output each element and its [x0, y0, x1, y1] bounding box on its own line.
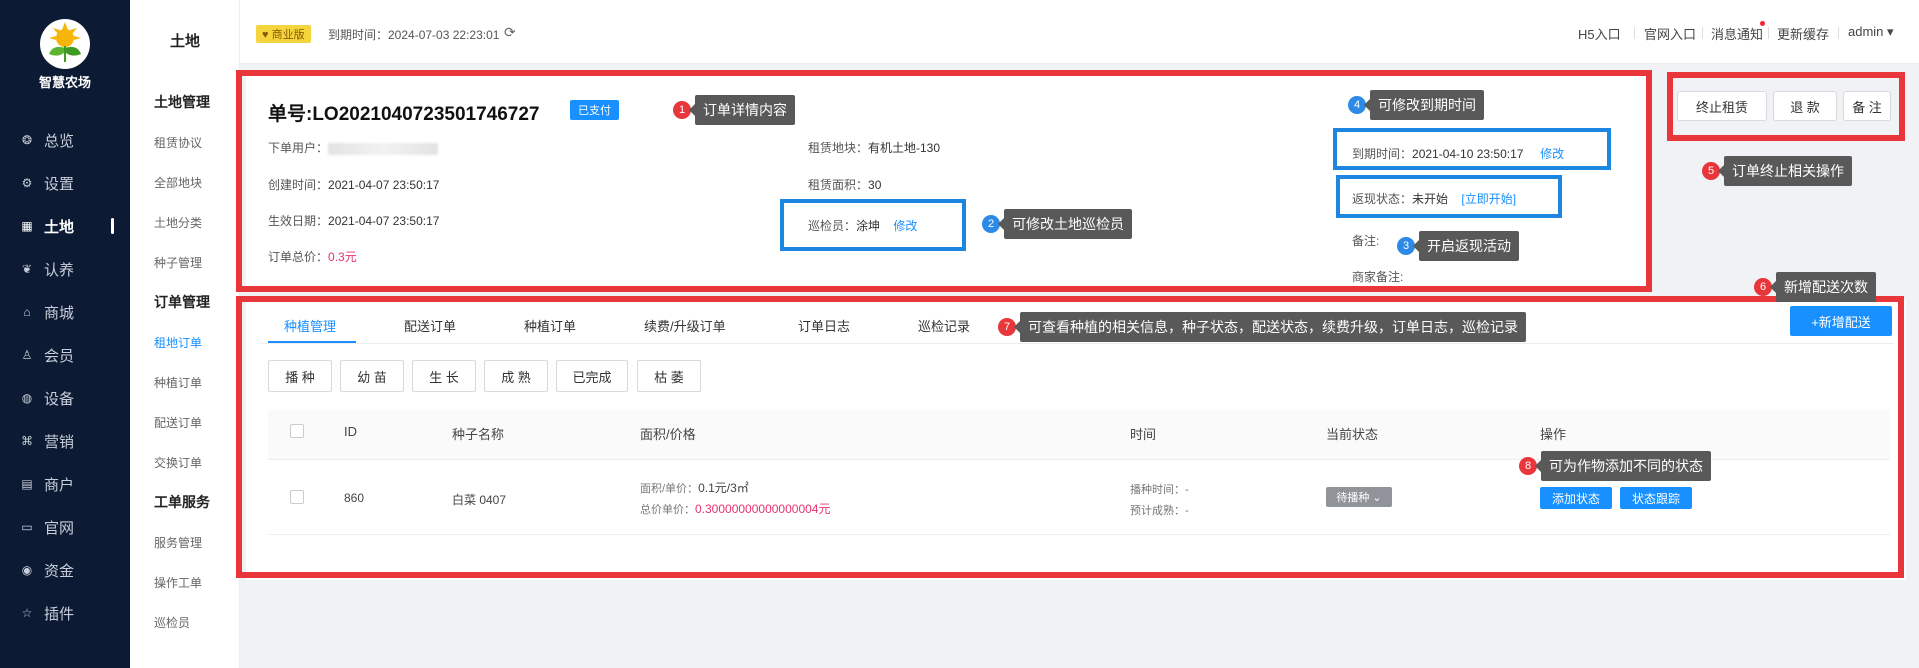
website-icon: ▭ — [21, 520, 33, 534]
sub-nav-heading: 工单服务 — [154, 494, 210, 510]
sidebar-item-9[interactable]: ▭ 官网 — [0, 515, 130, 539]
annotation-box-actions — [1667, 72, 1905, 141]
sub-nav: 土地 土地管理租赁协议全部地块土地分类种子管理订单管理租地订单种植订单配送订单交… — [130, 0, 240, 668]
expire-time: 到期时间：2024-07-03 22:23:01 — [328, 28, 500, 42]
edition-badge: ♥ 商业版 — [256, 25, 311, 43]
annotation-2: 2 可修改土地巡检员 — [982, 209, 1132, 239]
sub-nav-item[interactable]: 交换订单 — [154, 454, 202, 471]
sidebar-item-7[interactable]: ⌘ 营销 — [0, 429, 130, 453]
leaf-icon: ❦ — [21, 262, 33, 276]
sub-nav-item[interactable]: 巡检员 — [154, 614, 190, 631]
sidebar-item-3[interactable]: ❦ 认养 — [0, 257, 130, 281]
header-divider — [1702, 27, 1703, 39]
sidebar-item-label: 商户 — [44, 476, 75, 494]
annotation-1: 1 订单详情内容 — [673, 95, 795, 125]
sub-nav-item[interactable]: 租赁协议 — [154, 134, 202, 151]
h5-entry-link[interactable]: H5入口 — [1578, 24, 1621, 43]
store-icon: ⌂ — [23, 305, 31, 319]
sub-nav-heading: 订单管理 — [154, 294, 210, 310]
sidebar-item-label: 总览 — [44, 132, 75, 150]
sidebar-item-label: 商城 — [44, 304, 75, 322]
marketing-icon: ⌘ — [21, 434, 33, 448]
sidebar-item-10[interactable]: ◉ 资金 — [0, 558, 130, 582]
sidebar-item-label: 官网 — [44, 519, 75, 537]
sidebar-item-11[interactable]: ☆ 插件 — [0, 601, 130, 625]
notification-dot — [1760, 21, 1765, 26]
annotation-4: 4 可修改到期时间 — [1348, 90, 1484, 120]
shop-icon: ▤ — [21, 477, 33, 491]
caret-down-icon: ▾ — [1887, 24, 1894, 39]
user-icon: ♙ — [21, 348, 33, 362]
notifications-link[interactable]: 消息通知 — [1711, 24, 1763, 43]
refresh-icon[interactable]: ⟳ — [504, 24, 516, 41]
grid-icon: ▦ — [21, 219, 33, 233]
annotation-box-inspector — [780, 199, 966, 251]
device-icon: ◍ — [21, 391, 33, 405]
sidebar-item-1[interactable]: ⚙ 设置 — [0, 171, 130, 195]
annotation-box-cashback — [1336, 175, 1562, 218]
annotation-7: 7 可查看种植的相关信息，种子状态，配送状态，续费升级，订单日志，巡检记录 — [998, 312, 1526, 342]
sidebar-item-label: 设备 — [44, 390, 75, 408]
header-divider — [1634, 27, 1635, 39]
header-divider — [1768, 27, 1769, 39]
money-icon: ◉ — [21, 563, 33, 577]
sub-nav-item[interactable]: 配送订单 — [154, 414, 202, 431]
app-name: 智慧农场 — [38, 75, 91, 90]
logo-icon — [40, 19, 90, 69]
sub-nav-item[interactable]: 服务管理 — [154, 534, 202, 551]
active-indicator — [111, 218, 114, 234]
annotation-8: 8 可为作物添加不同的状态 — [1519, 451, 1711, 481]
sidebar-item-5[interactable]: ♙ 会员 — [0, 343, 130, 367]
sub-nav-heading: 土地管理 — [154, 94, 210, 110]
gear-icon: ⚙ — [21, 176, 33, 190]
star-icon: ☆ — [21, 606, 33, 620]
sidebar-item-label: 土地 — [44, 218, 75, 236]
annotation-5: 5 订单终止相关操作 — [1702, 156, 1852, 186]
annotation-3: 3 开启返现活动 — [1397, 231, 1519, 261]
sidebar-item-label: 资金 — [44, 562, 75, 580]
website-entry-link[interactable]: 官网入口 — [1644, 24, 1696, 43]
sub-nav-item[interactable]: 种子管理 — [154, 254, 202, 271]
sidebar-item-label: 营销 — [44, 433, 75, 451]
main-sidebar: 智慧农场 ❂ 总览 ⚙ 设置 ▦ 土地 ❦ 认养 ⌂ 商城 ♙ 会员 ◍ 设备 ⌘ 营销 ▤ 商户 ▭ 官网 ◉ 资金 ☆ 插… — [0, 0, 130, 668]
sidebar-item-label: 会员 — [44, 347, 75, 365]
sub-nav-item[interactable]: 种植订单 — [154, 374, 202, 391]
annotation-6: 6 新增配送次数 — [1754, 272, 1876, 302]
user-menu[interactable]: admin ▾ — [1848, 24, 1894, 40]
sub-nav-item[interactable]: 租地订单 — [154, 334, 202, 351]
sub-nav-item[interactable]: 操作工单 — [154, 574, 202, 591]
annotation-box-due — [1333, 128, 1611, 170]
sidebar-item-0[interactable]: ❂ 总览 — [0, 128, 130, 152]
sidebar-item-label: 插件 — [44, 605, 75, 623]
sidebar-item-6[interactable]: ◍ 设备 — [0, 386, 130, 410]
update-cache-link[interactable]: 更新缓存 — [1777, 24, 1829, 43]
sub-nav-title: 土地 — [169, 33, 200, 50]
sidebar-item-8[interactable]: ▤ 商户 — [0, 472, 130, 496]
sidebar-item-label: 认养 — [44, 261, 75, 279]
sidebar-item-4[interactable]: ⌂ 商城 — [0, 300, 130, 324]
sidebar-item-2[interactable]: ▦ 土地 — [0, 214, 130, 238]
sub-nav-item[interactable]: 全部地块 — [154, 174, 202, 191]
dashboard-icon: ❂ — [21, 133, 33, 147]
sidebar-item-label: 设置 — [44, 175, 75, 193]
header-divider — [1838, 27, 1839, 39]
sub-nav-item[interactable]: 土地分类 — [154, 214, 202, 231]
